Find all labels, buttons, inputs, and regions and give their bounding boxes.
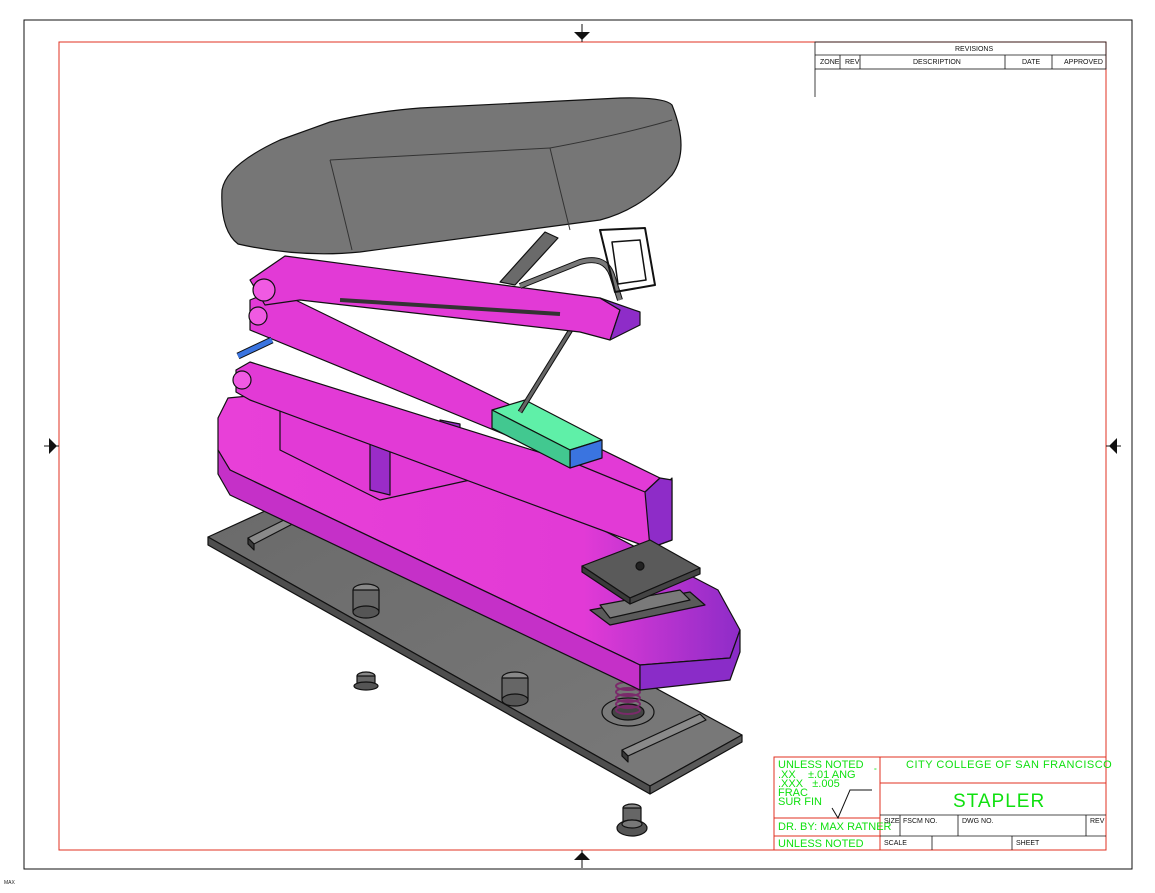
tolerance-line-5: SUR FIN xyxy=(778,796,822,808)
revisions-col-date: DATE xyxy=(1022,59,1041,66)
unless-noted: UNLESS NOTED xyxy=(778,838,864,850)
revisions-title: REVISIONS xyxy=(955,46,994,53)
school-name: CITY COLLEGE OF SAN FRANCISCO xyxy=(906,759,1113,771)
screw-small xyxy=(353,671,379,691)
stapler-exploded-view xyxy=(207,97,743,837)
dwg-label: DWG NO. xyxy=(962,818,994,825)
fscm-label: FSCM NO. xyxy=(903,818,938,825)
revisions-col-description: DESCRIPTION xyxy=(913,59,961,66)
scale-label: SCALE xyxy=(884,840,907,847)
screw-bottom xyxy=(616,803,648,837)
surface-finish-symbol xyxy=(831,789,872,820)
revisions-col-approved: APPROVED xyxy=(1064,59,1103,66)
corner-mark: MAX xyxy=(4,880,15,886)
revisions-col-rev: REV xyxy=(845,59,860,66)
sheet-label: SHEET xyxy=(1016,840,1040,847)
size-label: SIZE xyxy=(884,818,900,825)
degree-mark: ° xyxy=(874,768,877,775)
rev-label: REV xyxy=(1090,818,1105,825)
drawn-by: DR. BY: MAX RATNER xyxy=(778,821,892,833)
revisions-col-zone: ZONE xyxy=(820,59,840,66)
drawing-title: STAPLER xyxy=(953,791,1046,812)
